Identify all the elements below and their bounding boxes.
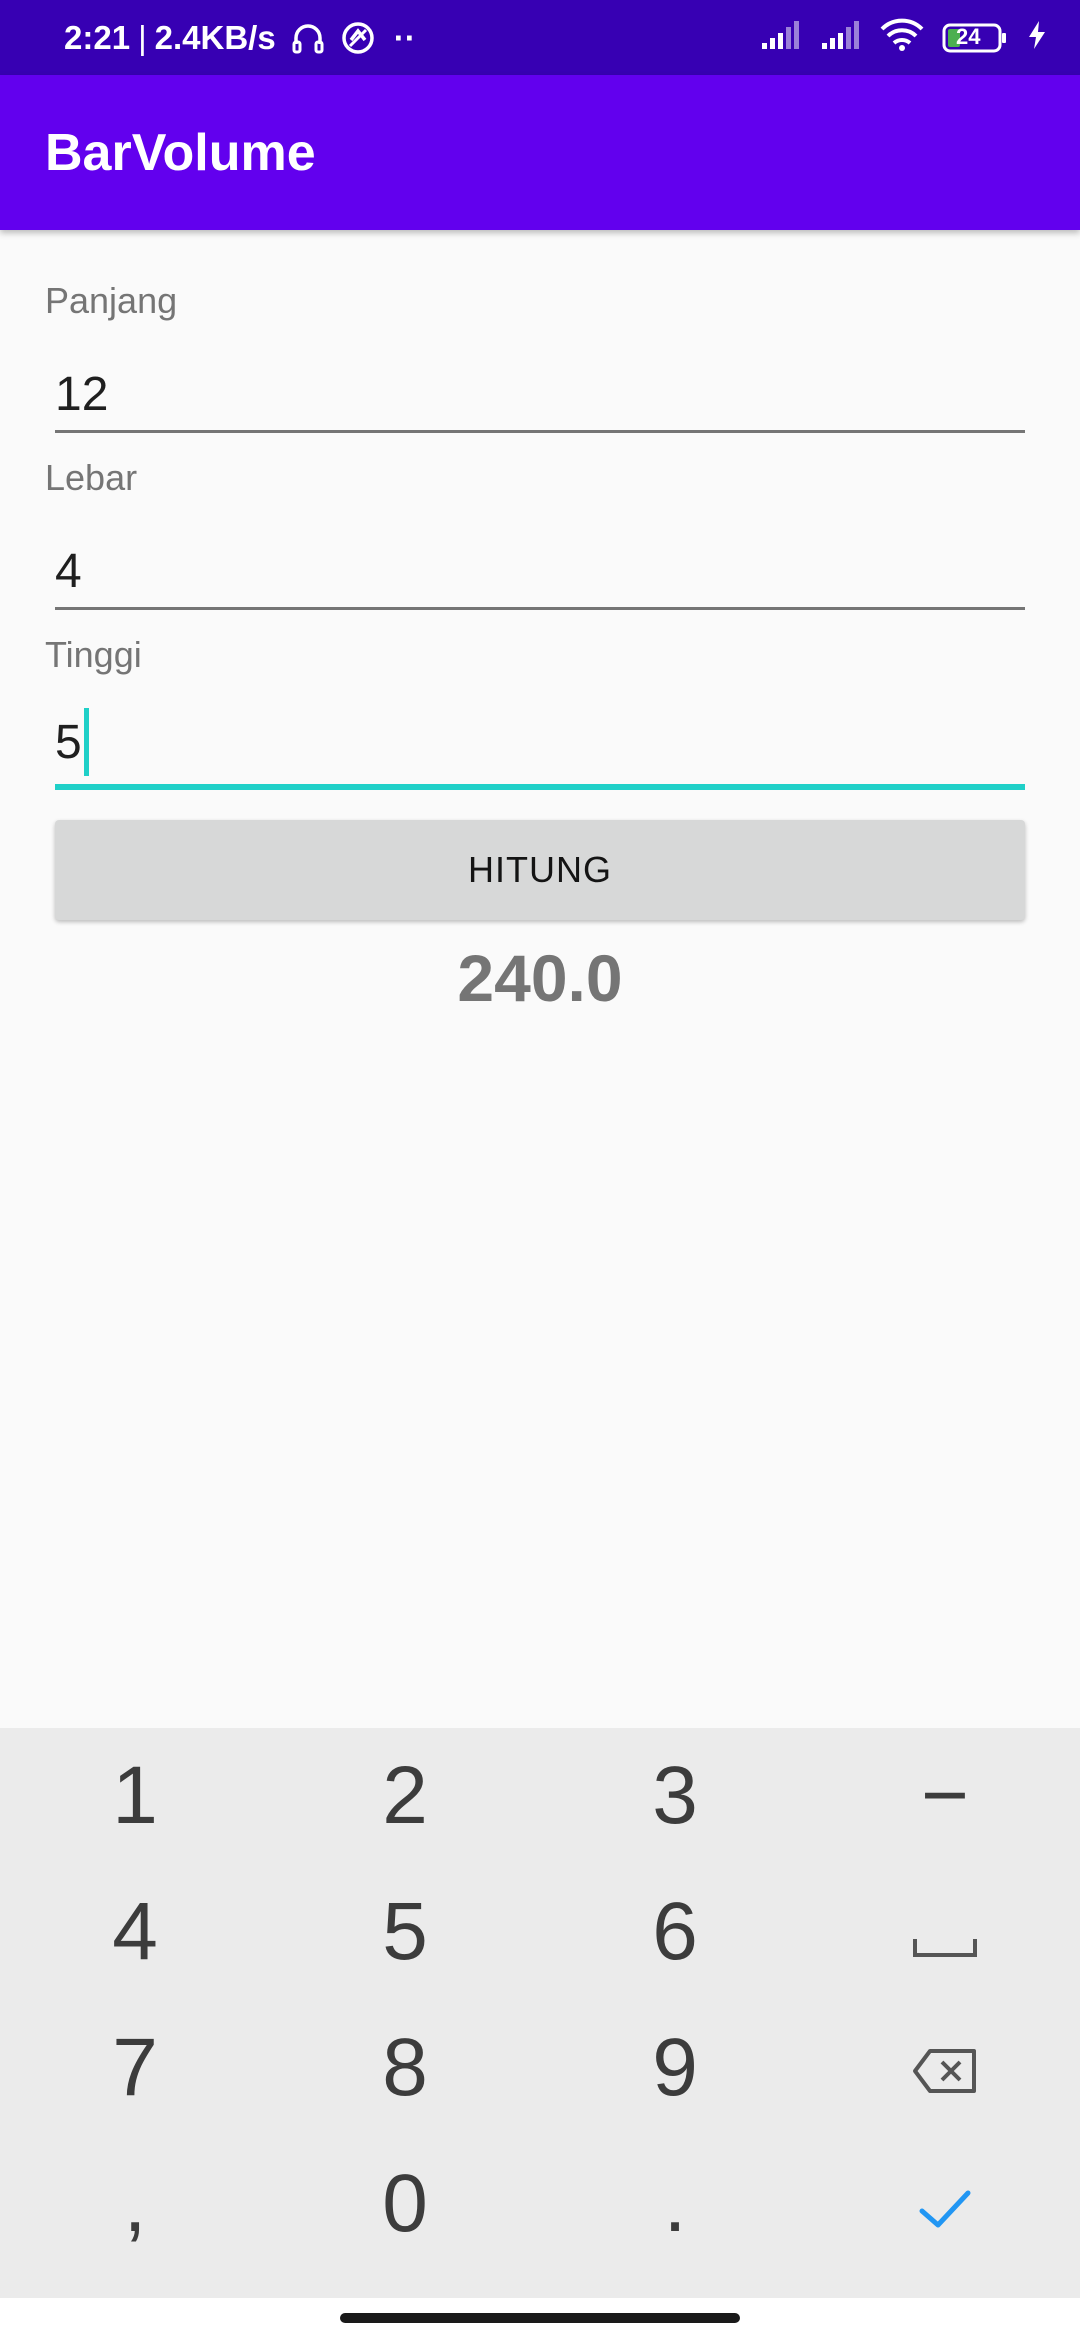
key-1[interactable]: 1 [0,1728,270,1864]
key-5[interactable]: 5 [270,1864,540,2000]
charging-icon [1026,19,1048,56]
key-3[interactable]: 3 [540,1728,810,1864]
signal-icon [760,19,802,56]
space-icon [912,1885,978,1979]
key-backspace[interactable] [810,2000,1080,2136]
status-dots: ·· [393,18,416,56]
text-caret [83,708,89,776]
status-bar: 2:21 | 2.4KB/s ·· 24 [0,0,1080,75]
key-done[interactable] [810,2136,1080,2272]
home-gesture-handle[interactable] [340,2313,740,2323]
key-comma[interactable]: , [0,2136,270,2272]
panjang-value: 12 [55,368,109,421]
status-separator: | [138,18,147,56]
key-2[interactable]: 2 [270,1728,540,1864]
check-icon [918,2157,972,2251]
key-6[interactable]: 6 [540,1864,810,2000]
status-net-speed: 2.4KB/s [154,18,276,56]
hitung-button[interactable]: HITUNG [55,820,1025,920]
app-bar: BarVolume [0,75,1080,230]
tinggi-input[interactable]: 5 [55,694,1025,790]
battery-icon: 24 [942,22,1008,54]
key-space[interactable] [810,1864,1080,2000]
key-8[interactable]: 8 [270,2000,540,2136]
lebar-input[interactable]: 4 [55,517,1025,610]
result-text: 240.0 [457,941,623,1015]
sync-icon [340,20,376,56]
key-7[interactable]: 7 [0,2000,270,2136]
key-dot[interactable]: . [540,2136,810,2272]
panjang-input[interactable]: 12 [55,340,1025,433]
status-right: 24 [760,0,1048,75]
battery-level: 24 [956,23,981,49]
panjang-label: Panjang [45,280,178,321]
lebar-label: Lebar [45,457,138,498]
lebar-value: 4 [55,545,82,598]
tinggi-value-wrap: 5 [55,708,89,776]
numeric-keyboard: 1 2 3 − 4 5 6 7 8 9 , 0 . [0,1728,1080,2298]
key-minus[interactable]: − [810,1728,1080,1864]
key-4[interactable]: 4 [0,1864,270,2000]
status-left: 2:21 | 2.4KB/s ·· [64,0,424,75]
key-0[interactable]: 0 [270,2136,540,2272]
key-9[interactable]: 9 [540,2000,810,2136]
app-title: BarVolume [45,123,316,182]
backspace-icon [912,2021,978,2115]
tinggi-value: 5 [55,715,82,769]
tinggi-label: Tinggi [45,634,142,675]
signal-icon [820,19,862,56]
wifi-icon [880,18,924,57]
status-time: 2:21 [64,18,131,56]
headphones-icon [290,20,326,56]
